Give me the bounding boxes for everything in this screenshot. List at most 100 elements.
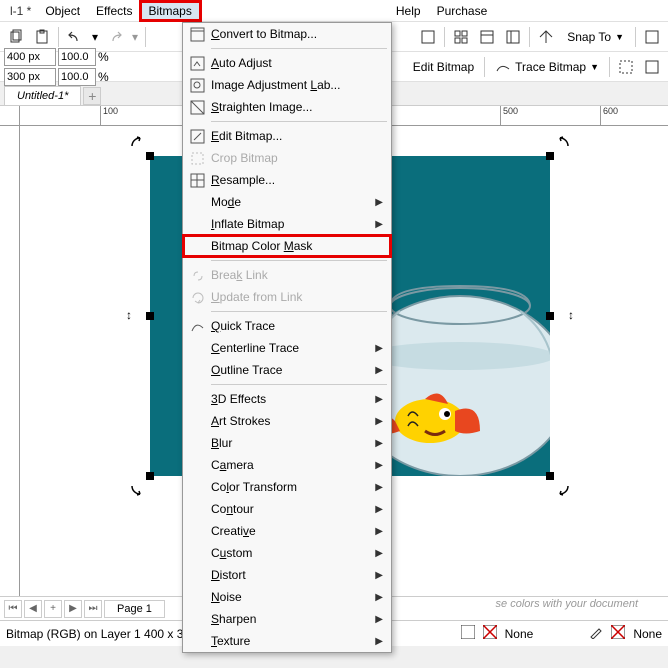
resample-button[interactable] <box>640 55 664 79</box>
menu-bitmaps[interactable]: Bitmaps <box>141 2 200 20</box>
menu-help[interactable]: Help <box>388 2 429 20</box>
submenu-arrow-icon: ▶ <box>375 416 383 427</box>
chevron-down-icon: ▼ <box>615 32 624 42</box>
straighten-icon <box>183 96 211 118</box>
publish-pdf-button[interactable] <box>416 25 440 49</box>
width-input[interactable] <box>4 48 56 66</box>
update-link-icon <box>183 286 211 308</box>
dimensions-group <box>4 48 56 86</box>
trace-bitmap-button[interactable]: Trace Bitmap ▼ <box>489 57 605 77</box>
grid-button[interactable] <box>449 25 473 49</box>
menu-creative[interactable]: Creative▶ <box>183 520 391 542</box>
menu-label: Image Adjustment Lab... <box>211 78 383 92</box>
status-info: Bitmap (RGB) on Layer 1 400 x 300 <box>6 627 197 641</box>
nav-last-button[interactable]: ⏭ <box>84 600 102 618</box>
menu-object[interactable]: Object <box>37 2 88 20</box>
resize-handle-w[interactable] <box>146 312 154 320</box>
doc-tab[interactable]: Untitled-1* <box>4 86 81 105</box>
menu-label: Outline Trace <box>211 363 375 377</box>
menu-contour[interactable]: Contour▶ <box>183 498 391 520</box>
bitmaps-menu: Convert to Bitmap... Auto Adjust Image A… <box>182 22 392 653</box>
menu-noise[interactable]: Noise▶ <box>183 586 391 608</box>
submenu-arrow-icon: ▶ <box>375 592 383 603</box>
menu-mode[interactable]: Mode ▶ <box>183 191 391 213</box>
rotate-handle-ne[interactable] <box>556 134 572 150</box>
snap-options-button[interactable] <box>534 25 558 49</box>
copy-button[interactable] <box>4 25 28 49</box>
resize-handle-se[interactable] <box>546 472 554 480</box>
menu-straighten-image[interactable]: Straighten Image... <box>183 96 391 118</box>
menu-auto-adjust[interactable]: Auto Adjust <box>183 52 391 74</box>
menu-label: Bitmap Color Mask <box>211 239 383 253</box>
separator <box>211 311 387 312</box>
menu-3d-effects[interactable]: 3D Effects▶ <box>183 388 391 410</box>
menu-label: Crop Bitmap <box>211 151 383 165</box>
separator <box>609 57 610 77</box>
nav-first-button[interactable]: ⏮ <box>4 600 22 618</box>
redo-button[interactable] <box>103 25 127 49</box>
menu-outline-trace[interactable]: Outline Trace ▶ <box>183 359 391 381</box>
submenu-arrow-icon: ▶ <box>375 570 383 581</box>
ruler-origin[interactable] <box>0 106 20 126</box>
scale-x-input[interactable] <box>58 48 96 66</box>
menu-label: Blur <box>211 436 375 450</box>
menu-centerline-trace[interactable]: Centerline Trace ▶ <box>183 337 391 359</box>
options-button[interactable] <box>501 25 525 49</box>
submenu-arrow-icon: ▶ <box>375 460 383 471</box>
ruler-vertical[interactable] <box>0 126 20 596</box>
skew-handle-w[interactable]: ↕ <box>126 308 132 322</box>
break-link-icon <box>183 264 211 286</box>
add-tab-button[interactable]: + <box>83 87 101 105</box>
redo-dropdown[interactable]: ▾ <box>129 25 141 49</box>
page-tab[interactable]: Page 1 <box>104 600 165 618</box>
menu-blur[interactable]: Blur▶ <box>183 432 391 454</box>
menu-texture[interactable]: Texture▶ <box>183 630 391 652</box>
menu-convert-to-bitmap[interactable]: Convert to Bitmap... <box>183 23 391 45</box>
menu-label: Update from Link <box>211 290 383 304</box>
menu-quick-trace[interactable]: Quick Trace <box>183 315 391 337</box>
blank-icon <box>183 191 211 213</box>
menu-custom[interactable]: Custom▶ <box>183 542 391 564</box>
ruler-tick: 600 <box>600 106 618 126</box>
menu-effects[interactable]: Effects <box>88 2 140 20</box>
menu-edit-bitmap[interactable]: Edit Bitmap... <box>183 125 391 147</box>
paste-button[interactable] <box>30 25 54 49</box>
fill-swatch-icon[interactable] <box>461 625 475 642</box>
nav-add-button[interactable]: + <box>44 600 62 618</box>
menu-image-adjustment-lab[interactable]: Image Adjustment Lab... <box>183 74 391 96</box>
scale-y-input[interactable] <box>58 68 96 86</box>
launch-button[interactable] <box>640 25 664 49</box>
menu-art-strokes[interactable]: Art Strokes▶ <box>183 410 391 432</box>
view-button[interactable] <box>475 25 499 49</box>
menu-bitmap-color-mask[interactable]: Bitmap Color Mask <box>183 235 391 257</box>
resize-handle-ne[interactable] <box>546 152 554 160</box>
menu-label: Resample... <box>211 173 383 187</box>
skew-handle-e[interactable]: ↕ <box>568 308 574 322</box>
outline-pen-icon[interactable] <box>589 625 603 642</box>
crop-button[interactable] <box>614 55 638 79</box>
nav-next-button[interactable]: ▶ <box>64 600 82 618</box>
menu-sharpen[interactable]: Sharpen▶ <box>183 608 391 630</box>
menu-color-transform[interactable]: Color Transform▶ <box>183 476 391 498</box>
menu-resample[interactable]: Resample... <box>183 169 391 191</box>
rotate-handle-sw[interactable] <box>128 482 144 498</box>
edit-bitmap-button[interactable]: Edit Bitmap <box>407 58 480 76</box>
resize-handle-e[interactable] <box>546 312 554 320</box>
nav-prev-button[interactable]: ◀ <box>24 600 42 618</box>
snap-to-button[interactable]: Snap To ▼ <box>560 27 631 47</box>
no-outline-icon[interactable] <box>611 625 625 642</box>
undo-button[interactable] <box>63 25 87 49</box>
menu-camera[interactable]: Camera▶ <box>183 454 391 476</box>
height-input[interactable] <box>4 68 56 86</box>
submenu-arrow-icon: ▶ <box>375 365 383 376</box>
menu-inflate-bitmap[interactable]: Inflate Bitmap ▶ <box>183 213 391 235</box>
rotate-handle-se[interactable] <box>556 482 572 498</box>
image-lab-icon <box>183 74 211 96</box>
menu-purchase[interactable]: Purchase <box>429 2 496 20</box>
resize-handle-sw[interactable] <box>146 472 154 480</box>
menu-distort[interactable]: Distort▶ <box>183 564 391 586</box>
resize-handle-nw[interactable] <box>146 152 154 160</box>
no-fill-icon[interactable] <box>483 625 497 642</box>
rotate-handle-nw[interactable] <box>128 134 144 150</box>
undo-dropdown[interactable]: ▾ <box>89 25 101 49</box>
